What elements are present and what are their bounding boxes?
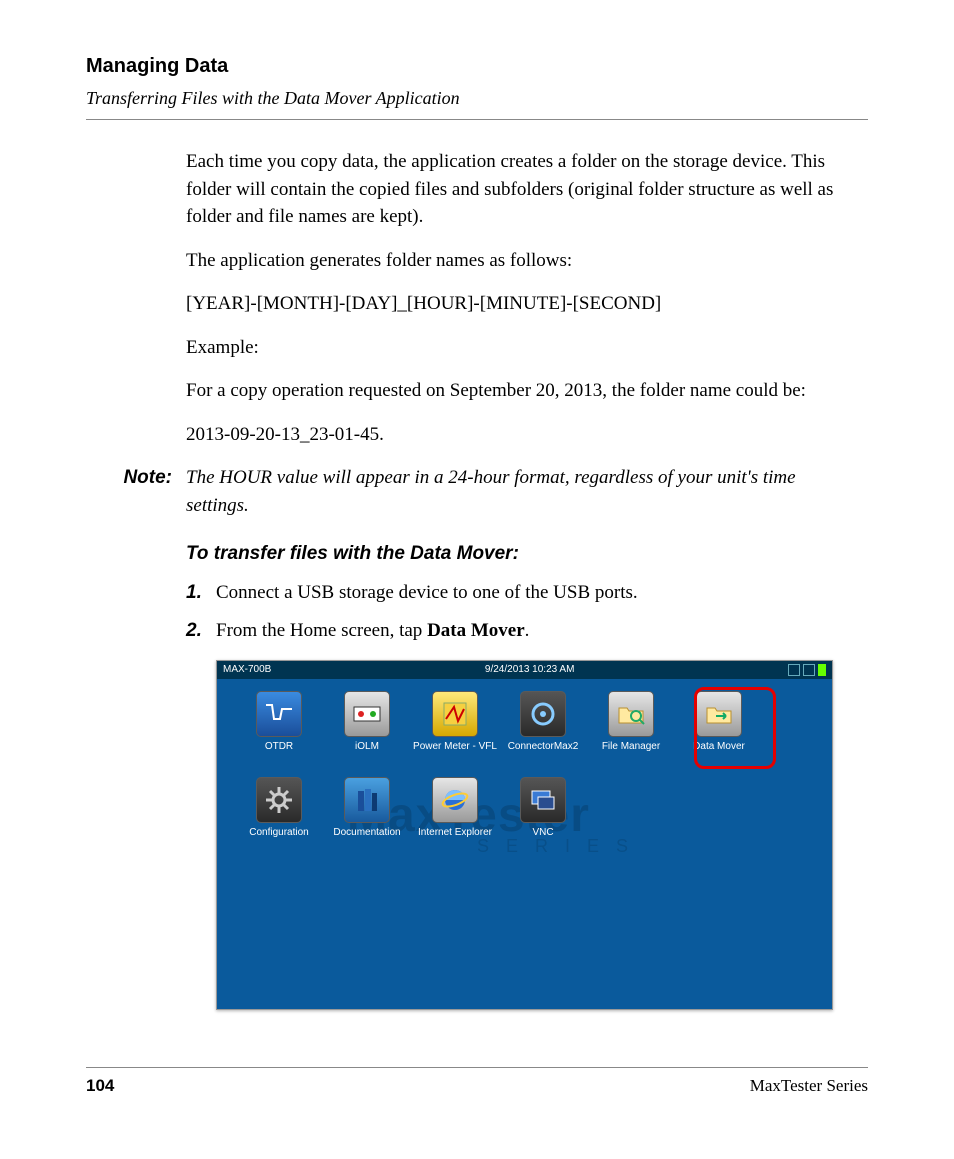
paragraph: Example: <box>186 334 858 362</box>
status-icons <box>788 664 826 676</box>
step-text: From the Home screen, tap Data Mover. <box>216 617 858 645</box>
app-label: ConnectorMax2 <box>499 741 587 765</box>
procedure-title: To transfer files with the Data Mover: <box>186 540 858 568</box>
app-label: Internet Explorer <box>411 827 499 851</box>
app-data-mover[interactable]: Data Mover <box>675 691 763 765</box>
app-otdr[interactable]: OTDR <box>235 691 323 765</box>
status-bar: MAX-700B 9/24/2013 10:23 AM <box>217 661 832 679</box>
paragraph: The application generates folder names a… <box>186 247 858 275</box>
section-title: Managing Data <box>86 52 868 81</box>
note-block: Note: The HOUR value will appear in a 24… <box>86 464 868 519</box>
step-text: Connect a USB storage device to one of t… <box>216 579 858 607</box>
app-internet-explorer[interactable]: Internet Explorer <box>411 777 499 851</box>
folder-name-example: 2013-09-20-13_23-01-45. <box>186 421 858 449</box>
embedded-screenshot: MAX-700B 9/24/2013 10:23 AM MaxTester S … <box>216 660 833 1010</box>
section-subtitle: Transferring Files with the Data Mover A… <box>86 85 868 111</box>
header-rule <box>86 119 868 120</box>
power-meter-icon <box>432 691 478 737</box>
app-iolm[interactable]: iOLM <box>323 691 411 765</box>
step-text-prefix: From the Home screen, tap <box>216 620 427 641</box>
step-text-suffix: . <box>525 620 530 641</box>
battery-icon <box>818 664 826 676</box>
ie-icon <box>432 777 478 823</box>
iolm-icon <box>344 691 390 737</box>
app-label: OTDR <box>235 741 323 765</box>
file-manager-icon <box>608 691 654 737</box>
brightness-icon <box>803 664 815 676</box>
paragraph: Each time you copy data, the application… <box>186 148 858 231</box>
app-power-meter-vfl[interactable]: Power Meter - VFL <box>411 691 499 765</box>
paragraph: For a copy operation requested on Septem… <box>186 377 858 405</box>
app-label: VNC <box>499 827 587 851</box>
connectormax-icon <box>520 691 566 737</box>
otdr-icon <box>256 691 302 737</box>
step-number: 1. <box>186 579 216 607</box>
books-icon <box>344 777 390 823</box>
gear-icon <box>256 777 302 823</box>
window-icon <box>788 664 800 676</box>
app-label: File Manager <box>587 741 675 765</box>
status-datetime: 9/24/2013 10:23 AM <box>271 663 788 678</box>
app-label: Power Meter - VFL <box>411 741 499 765</box>
step: 2. From the Home screen, tap Data Mover. <box>186 617 858 645</box>
device-model: MAX-700B <box>223 663 271 678</box>
app-label: Data Mover <box>675 741 763 765</box>
app-label: Configuration <box>235 827 323 851</box>
app-label: Documentation <box>323 827 411 851</box>
app-label: iOLM <box>323 741 411 765</box>
app-file-manager[interactable]: File Manager <box>587 691 675 765</box>
app-connectormax2[interactable]: ConnectorMax2 <box>499 691 587 765</box>
data-mover-icon <box>696 691 742 737</box>
app-configuration[interactable]: Configuration <box>235 777 323 851</box>
note-text: The HOUR value will appear in a 24-hour … <box>186 464 858 519</box>
step-number: 2. <box>186 617 216 645</box>
footer-rule <box>86 1067 868 1068</box>
series-name: MaxTester Series <box>750 1074 868 1099</box>
folder-name-format: [YEAR]-[MONTH]-[DAY]_[HOUR]-[MINUTE]-[SE… <box>186 290 858 318</box>
note-label: Note: <box>86 464 186 519</box>
app-documentation[interactable]: Documentation <box>323 777 411 851</box>
home-grid: OTDR iOLM Power Meter - VFL ConnectorMax… <box>235 691 814 863</box>
vnc-icon <box>520 777 566 823</box>
step-text-bold: Data Mover <box>427 620 525 641</box>
step: 1. Connect a USB storage device to one o… <box>186 579 858 607</box>
app-vnc[interactable]: VNC <box>499 777 587 851</box>
page-number: 104 <box>86 1074 114 1099</box>
